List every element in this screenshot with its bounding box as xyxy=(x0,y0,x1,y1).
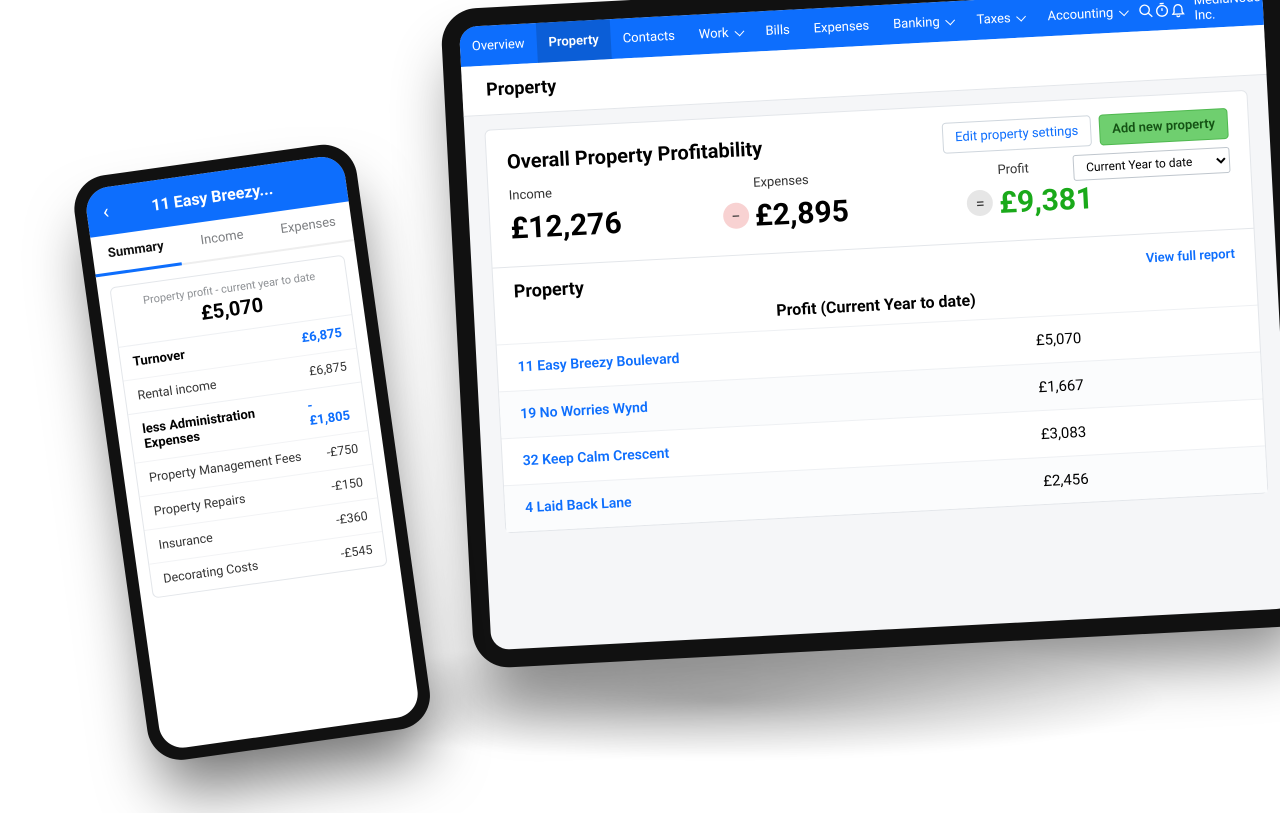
income-stat: Income £12,276 xyxy=(508,176,743,246)
nav-property[interactable]: Property xyxy=(536,19,612,63)
property-amount: £2,456 xyxy=(885,461,1246,498)
edit-property-settings-button[interactable]: Edit property settings xyxy=(941,115,1092,154)
nav-contacts[interactable]: Contacts xyxy=(610,15,688,59)
summary-card: Property profit - current year to date £… xyxy=(109,255,387,599)
property-link[interactable]: 11 Easy Breezy Boulevard xyxy=(517,341,878,376)
line-value: -£150 xyxy=(330,475,364,494)
line-value: -£750 xyxy=(326,442,360,461)
expenses-stat: Expenses £2,895 xyxy=(753,164,988,234)
nav-expenses[interactable]: Expenses xyxy=(801,5,883,49)
add-new-property-button[interactable]: Add new property xyxy=(1098,108,1228,146)
property-link[interactable]: 19 No Worries Wynd xyxy=(520,387,881,422)
line-value: £6,875 xyxy=(308,359,348,379)
nav-taxes[interactable]: Taxes xyxy=(964,0,1037,41)
company-menu[interactable]: MediaNode Inc. xyxy=(1185,0,1280,24)
line-value: -£360 xyxy=(335,509,369,528)
profitability-panel: Overall Property Profitability Edit prop… xyxy=(484,90,1268,533)
view-full-report-link[interactable]: View full report xyxy=(1146,247,1236,267)
turnover-value: £6,875 xyxy=(301,326,343,347)
income-value: £12,276 xyxy=(510,199,744,246)
profit-value: £9,381 xyxy=(998,174,1232,221)
nav-work[interactable]: Work xyxy=(686,12,755,55)
turnover-label: Turnover xyxy=(132,348,186,370)
nav-overview[interactable]: Overview xyxy=(459,23,538,67)
tablet-device: Overview Property Contacts Work Bills Ex… xyxy=(440,0,1280,669)
line-label: Rental income xyxy=(137,378,218,404)
line-label: Property Repairs xyxy=(153,492,247,520)
property-link[interactable]: 32 Keep Calm Crescent xyxy=(522,434,883,469)
nav-banking[interactable]: Banking xyxy=(880,1,966,45)
equals-icon: = xyxy=(967,189,994,216)
line-label: Decorating Costs xyxy=(162,559,259,587)
nav-bills[interactable]: Bills xyxy=(752,9,802,51)
bell-icon[interactable] xyxy=(1170,1,1187,18)
property-amount: £5,070 xyxy=(878,321,1239,358)
property-amount: £1,667 xyxy=(880,368,1241,405)
phone-device: ‹ 11 Easy Breezy... Summary Income Expen… xyxy=(70,140,434,764)
property-link[interactable]: 4 Laid Back Lane xyxy=(525,481,886,516)
line-value: -£545 xyxy=(340,543,374,562)
search-icon[interactable] xyxy=(1138,3,1155,20)
timer-icon[interactable] xyxy=(1154,2,1171,19)
line-label: Insurance xyxy=(158,531,214,553)
property-list-heading: Property xyxy=(513,278,584,303)
expenses-value: £2,895 xyxy=(754,187,988,234)
property-amount: £3,083 xyxy=(883,415,1244,452)
expenses-label: Expenses xyxy=(753,164,986,191)
admin-value: -£1,805 xyxy=(307,393,355,429)
income-label: Income xyxy=(508,176,741,203)
